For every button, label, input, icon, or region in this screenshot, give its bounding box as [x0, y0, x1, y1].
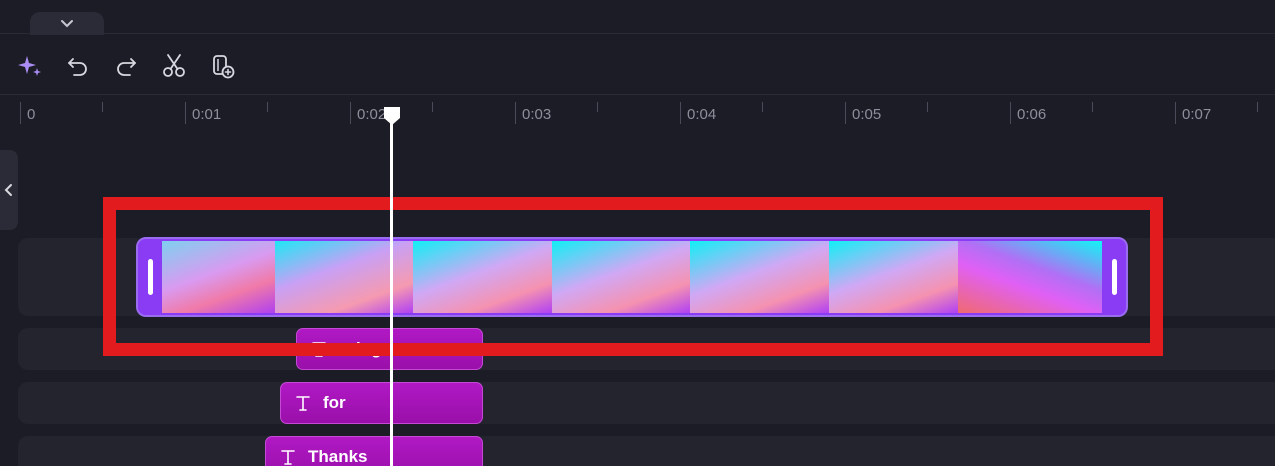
text-icon [281, 450, 295, 465]
sparkle-icon [18, 56, 41, 76]
clip-trim-handle-left[interactable] [138, 239, 162, 315]
clip-trim-handle-right[interactable] [1102, 239, 1126, 315]
clip-thumbnails [162, 241, 1102, 313]
text-clip[interactable]: for [280, 382, 483, 424]
top-panel-strip [0, 0, 1275, 35]
ruler-tick [1010, 102, 1011, 124]
ruler-tick [185, 102, 186, 124]
ruler-label: 0:01 [192, 106, 222, 123]
thumbnail-frame [690, 241, 829, 313]
scissors-icon [163, 54, 185, 77]
thumbnail-frame [829, 241, 958, 313]
chevron-down-icon [61, 19, 73, 27]
ruler-tick [845, 102, 846, 124]
ruler-tick [432, 102, 433, 112]
thumbnail-frame [958, 241, 1102, 313]
ruler-tick [350, 102, 351, 124]
text-track[interactable] [18, 328, 1275, 370]
ai-sparkle-button[interactable] [15, 51, 45, 81]
ruler-tick [267, 102, 268, 112]
ruler-label: 0:07 [1182, 106, 1212, 123]
ruler-tick [20, 102, 21, 124]
ruler-label: 0:06 [1017, 106, 1047, 123]
text-track[interactable] [18, 382, 1275, 424]
ruler-tick [597, 102, 598, 112]
redo-icon [117, 58, 136, 76]
ruler-tick [680, 102, 681, 124]
text-clip-label: …ing [339, 339, 382, 358]
split-button[interactable] [159, 51, 189, 81]
undo-button[interactable] [63, 51, 93, 81]
text-icon [296, 396, 310, 411]
playhead-line [390, 118, 393, 466]
collapse-panel-button[interactable] [30, 12, 104, 35]
thumbnail-frame [162, 241, 275, 313]
ruler-label: 0:03 [522, 106, 552, 123]
undo-icon [68, 58, 87, 76]
redo-button[interactable] [111, 51, 141, 81]
expand-sidebar-button[interactable] [0, 150, 18, 230]
timeline-toolbar [0, 35, 1275, 95]
text-clip[interactable]: Thanks [265, 436, 483, 466]
ruler-label: 0:02 [357, 106, 387, 123]
playhead-handle[interactable] [383, 106, 401, 126]
ruler-label: 0:04 [687, 106, 717, 123]
ruler-tick [102, 102, 103, 112]
add-media-button[interactable] [208, 51, 238, 81]
ruler-tick [515, 102, 516, 124]
ruler-tick [1257, 102, 1258, 112]
ruler-tick [927, 102, 928, 112]
thumbnail-frame [552, 241, 690, 313]
text-track[interactable] [18, 436, 1275, 466]
ruler-label: 0:05 [852, 106, 882, 123]
video-clip[interactable] [136, 237, 1128, 317]
thumbnail-frame [413, 241, 552, 313]
time-ruler[interactable]: 0 0:01 0:02 0:03 0:04 0:05 0:06 0:07 [0, 96, 1275, 130]
text-clip-label: for [323, 393, 346, 412]
chevron-left-icon [4, 184, 12, 196]
ruler-tick [762, 102, 763, 112]
text-icon [312, 342, 326, 357]
add-clip-icon [213, 55, 235, 79]
ruler-tick [1175, 102, 1176, 124]
ruler-label: 0 [27, 106, 36, 123]
text-clip-label: Thanks [308, 447, 368, 466]
ruler-tick [1092, 102, 1093, 112]
